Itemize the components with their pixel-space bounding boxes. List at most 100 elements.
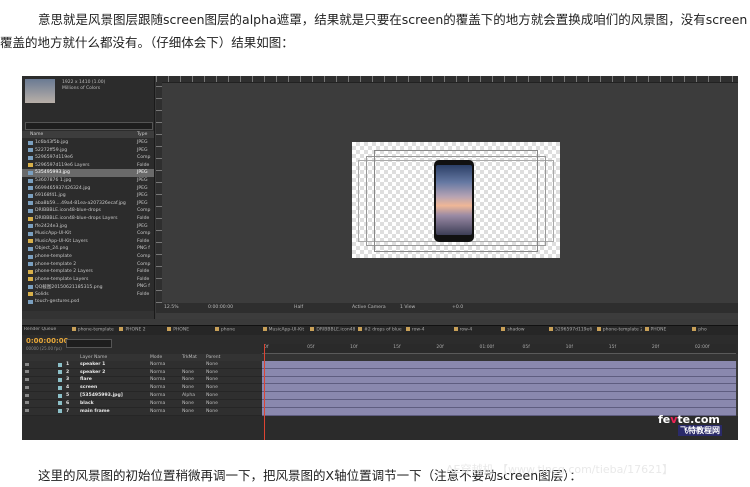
project-item[interactable]: touch-gestures.psd: [22, 298, 154, 306]
parent-dropdown[interactable]: None: [206, 370, 218, 375]
project-item[interactable]: 6699465937426324.jpg JPEG: [22, 185, 154, 193]
layer-row[interactable]: 5 [535495993.jpg] Norma Alpha None: [22, 392, 262, 400]
timeline-search-input[interactable]: [66, 339, 112, 348]
label-color-swatch[interactable]: [58, 393, 62, 398]
layer-duration-bar[interactable]: [262, 368, 736, 377]
project-item[interactable]: Solids Folde: [22, 291, 154, 299]
project-item[interactable]: phone-template Layers Folde: [22, 276, 154, 284]
layer-duration-bar[interactable]: [262, 376, 736, 385]
label-color-swatch[interactable]: [58, 385, 62, 390]
label-color-swatch[interactable]: [58, 378, 62, 383]
trkmat-dropdown[interactable]: None: [182, 409, 194, 414]
project-item[interactable]: Object_24.png PNG f: [22, 245, 154, 253]
parent-dropdown[interactable]: None: [206, 385, 218, 390]
parent-column[interactable]: Parent: [206, 355, 220, 360]
eye-icon[interactable]: [25, 385, 29, 389]
eye-icon[interactable]: [25, 370, 29, 374]
project-item[interactable]: ffe2424e3.jpg JPEG: [22, 223, 154, 231]
name-column[interactable]: Name: [30, 132, 43, 137]
mode-dropdown[interactable]: Norma: [150, 377, 165, 382]
comp-tab[interactable]: shadow: [501, 327, 546, 335]
layer-row[interactable]: 4 screen Norma None None: [22, 384, 262, 393]
project-item[interactable]: 1c6b43f5b.jpg JPEG: [22, 139, 154, 147]
comp-tab[interactable]: PHONE: [644, 327, 690, 335]
time-ruler[interactable]: 0f 05f 10f 15f 20f 01:00f 05f 10f 15f 20f 02:00f: [262, 344, 736, 353]
project-item[interactable]: 69168f41.jpg JPEG: [22, 192, 154, 200]
project-item[interactable]: 5296597d119e6 Comp: [22, 154, 154, 162]
label-color-swatch[interactable]: [58, 370, 62, 375]
layer-name[interactable]: screen: [80, 385, 97, 390]
comp-tab[interactable]: phone: [214, 327, 260, 335]
layer-name-column[interactable]: Layer Name: [80, 355, 107, 360]
mode-dropdown[interactable]: Norma: [150, 393, 165, 398]
trkmat-dropdown[interactable]: None: [182, 377, 194, 382]
trkmat-dropdown[interactable]: Alpha: [182, 393, 195, 398]
layer-name[interactable]: black: [80, 401, 94, 406]
comp-tab[interactable]: #2 drops of blue: [358, 327, 403, 335]
project-item[interactable]: phone-template 2 Layers Folde: [22, 268, 154, 276]
layer-duration-bar[interactable]: [262, 384, 736, 393]
eye-icon[interactable]: [25, 378, 29, 382]
layer-row[interactable]: 7 main frame Norma None None: [22, 407, 262, 416]
layer-name[interactable]: flare: [80, 377, 92, 382]
comp-tab[interactable]: PHONE: [167, 327, 212, 335]
mode-dropdown[interactable]: Norma: [150, 362, 165, 367]
comp-tab[interactable]: row-4: [453, 327, 499, 335]
layer-name[interactable]: speaker 1: [80, 362, 105, 367]
layer-row[interactable]: 2 speaker 2 Norma None None: [22, 368, 262, 377]
layer-row[interactable]: 1 speaker 1 Norma None: [22, 361, 262, 369]
comp-tab[interactable]: DRIBBBLE.icon48-blue-drops: [310, 327, 355, 335]
layer-name[interactable]: [535495993.jpg]: [80, 393, 123, 398]
layer-row[interactable]: 3 flare Norma None None: [22, 376, 262, 385]
resolution-dropdown[interactable]: Half: [294, 305, 303, 310]
layer-name[interactable]: speaker 2: [80, 370, 105, 375]
project-item[interactable]: 5296597d119e6 Layers Folde: [22, 162, 154, 170]
comp-tab[interactable]: phone-template 2: [596, 327, 642, 335]
comp-tab[interactable]: phone-template: [71, 327, 117, 335]
eye-icon[interactable]: [25, 393, 29, 397]
mode-dropdown[interactable]: Norma: [150, 401, 165, 406]
project-item[interactable]: QQ截图20150621185315.png PNG f: [22, 283, 154, 291]
type-column[interactable]: Type: [137, 132, 147, 137]
view-layout-dropdown[interactable]: 1 View: [400, 305, 415, 310]
mode-dropdown[interactable]: Norma: [150, 370, 165, 375]
eye-icon[interactable]: [25, 409, 29, 413]
eye-icon[interactable]: [25, 362, 29, 366]
layer-duration-bar[interactable]: [262, 399, 736, 408]
label-color-swatch[interactable]: [58, 409, 62, 414]
parent-dropdown[interactable]: None: [206, 409, 218, 414]
current-time[interactable]: 0:00:00:00: [208, 305, 233, 310]
comp-tab[interactable]: 5296597d119e6: [549, 327, 594, 335]
mode-dropdown[interactable]: Norma: [150, 409, 165, 414]
project-item[interactable]: aba8b59....49a4-81ea-a207326ecaf.jpg JPEG: [22, 200, 154, 208]
project-item[interactable]: DRIBBBLE.icon48-blue-drops Comp: [22, 207, 154, 215]
layer-name[interactable]: main frame: [80, 409, 110, 414]
project-item[interactable]: phone-template 2 Comp: [22, 261, 154, 269]
trkmat-column[interactable]: TrkMat: [182, 355, 197, 360]
mode-dropdown[interactable]: Norma: [150, 385, 165, 390]
trkmat-dropdown[interactable]: None: [182, 370, 194, 375]
camera-dropdown[interactable]: Active Camera: [352, 305, 386, 310]
comp-tab[interactable]: MusicApp-UI-Kit: [262, 327, 308, 335]
trkmat-dropdown[interactable]: None: [182, 385, 194, 390]
parent-dropdown[interactable]: None: [206, 401, 218, 406]
timeline-timecode[interactable]: 0:00:00:00: [26, 337, 69, 345]
parent-dropdown[interactable]: None: [206, 393, 218, 398]
project-item[interactable]: MusicApp-UI-Kit Layers Folde: [22, 238, 154, 246]
trkmat-dropdown[interactable]: None: [182, 401, 194, 406]
parent-dropdown[interactable]: None: [206, 362, 218, 367]
zoom-dropdown[interactable]: 12.5%: [164, 305, 179, 310]
project-item[interactable]: 535495993.jpg JPEG: [22, 169, 154, 177]
mode-column[interactable]: Mode: [150, 355, 162, 360]
composition-canvas[interactable]: [352, 142, 560, 258]
phone-mockup[interactable]: [434, 160, 474, 242]
parent-dropdown[interactable]: None: [206, 377, 218, 382]
comp-tab[interactable]: row-4: [405, 327, 451, 335]
project-item[interactable]: DRIBBBLE.icon48-blue-drops Layers Folde: [22, 215, 154, 223]
project-search-input[interactable]: [25, 122, 153, 130]
project-item[interactable]: 53607876 1.jpg JPEG: [22, 177, 154, 185]
project-item[interactable]: 52272ff59.jpg JPEG: [22, 147, 154, 155]
comp-tab[interactable]: Render Queue: [24, 327, 69, 335]
exposure-value[interactable]: +0.0: [452, 305, 463, 310]
comp-tab[interactable]: PHONE 2: [119, 327, 164, 335]
